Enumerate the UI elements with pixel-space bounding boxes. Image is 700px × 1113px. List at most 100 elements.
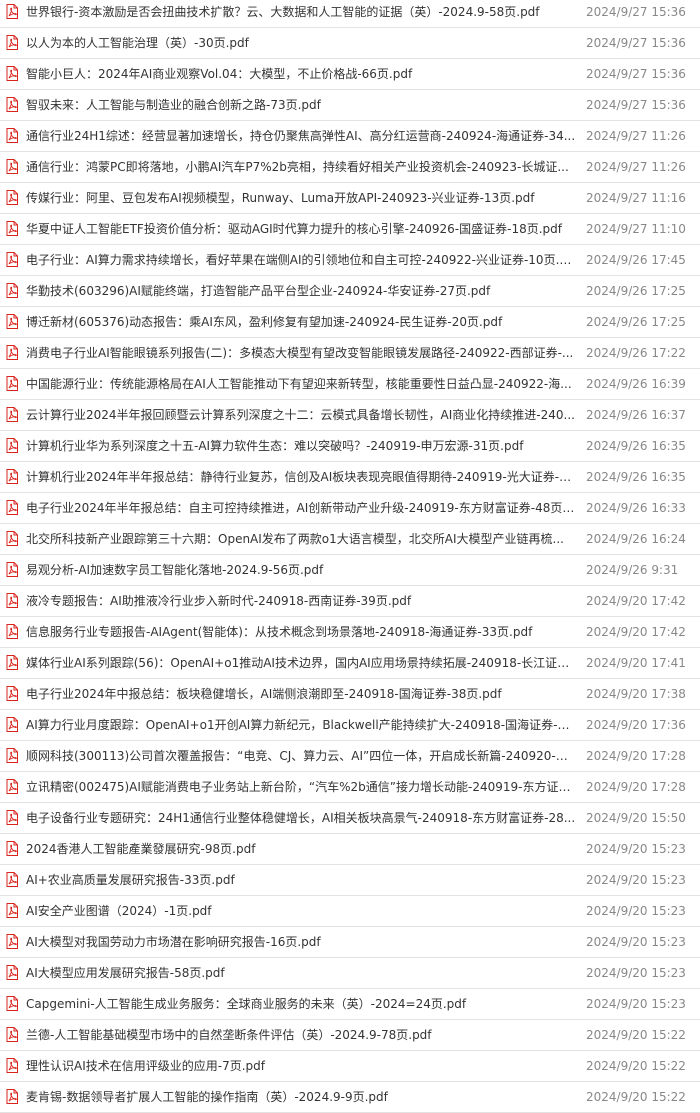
file-row[interactable]: 立讯精密(002475)AI赋能消费电子业务站上新台阶，“汽车%2b通信”接力增… xyxy=(0,772,700,803)
file-row[interactable]: 媒体行业AI系列跟踪(56)：OpenAI+o1推动AI技术边界，国内AI应用场… xyxy=(0,648,700,679)
file-list: 世界银行-资本激励是否会扭曲技术扩散？云、大数据和人工智能的证据（英）-2024… xyxy=(0,0,700,1113)
file-date: 2024/9/20 17:38 xyxy=(586,687,686,701)
file-date: 2024/9/20 15:23 xyxy=(586,935,686,949)
file-name: 以人为本的人工智能治理（英）-30页.pdf xyxy=(26,36,249,50)
file-row[interactable]: 中国能源行业：传统能源格局在AI人工智能推动下有望迎来新转型，核能重要性日益凸显… xyxy=(0,369,700,400)
file-name: 立讯精密(002475)AI赋能消费电子业务站上新台阶，“汽车%2b通信”接力增… xyxy=(26,780,576,794)
file-date: 2024/9/26 16:33 xyxy=(586,501,686,515)
file-row[interactable]: 消费电子行业AI智能眼镜系列报告(二)：多模态大模型有望改变智能眼镜发展路径-2… xyxy=(0,338,700,369)
file-name: 易观分析-AI加速数字员工智能化落地-2024.9-56页.pdf xyxy=(26,563,324,577)
file-row[interactable]: 智能小巨人：2024年AI商业观察Vol.04：大模型，不止价格战-66页.pd… xyxy=(0,59,700,90)
file-name: 世界银行-资本激励是否会扭曲技术扩散？云、大数据和人工智能的证据（英）-2024… xyxy=(26,5,540,19)
pdf-icon xyxy=(6,841,18,856)
file-row[interactable]: 云计算行业2024半年报回顾暨云计算系列深度之十二：云模式具备增长韧性，AI商业… xyxy=(0,400,700,431)
file-row[interactable]: 通信行业：鸿蒙PC即将落地，小鹏AI汽车P7%2b亮相，持续看好相关产业投资机会… xyxy=(0,152,700,183)
file-name: 信息服务行业专题报告-AIAgent(智能体)：从技术概念到场景落地-24091… xyxy=(26,625,533,639)
pdf-icon xyxy=(6,376,18,391)
file-date: 2024/9/26 17:25 xyxy=(586,284,686,298)
pdf-icon xyxy=(6,748,18,763)
file-date: 2024/9/20 15:23 xyxy=(586,966,686,980)
file-row[interactable]: Capgemini-人工智能生成业务服务：全球商业服务的未来（英）-2024=2… xyxy=(0,989,700,1020)
file-row[interactable]: 华勤技术(603296)AI赋能终端，打造智能产品平台型企业-240924-华安… xyxy=(0,276,700,307)
file-row[interactable]: AI算力行业月度跟踪：OpenAI+o1开创AI算力新纪元，Blackwell产… xyxy=(0,710,700,741)
pdf-icon xyxy=(6,934,18,949)
file-row[interactable]: AI大模型对我国劳动力市场潜在影响研究报告-16页.pdf 2024/9/20 1… xyxy=(0,927,700,958)
file-row[interactable]: 传媒行业：阿里、豆包发布AI视频模型，Runway、Luma开放API-2409… xyxy=(0,183,700,214)
file-row[interactable]: 通信行业24H1综述：经营显著加速增长，持仓仍聚焦高弹性AI、高分红运营商-24… xyxy=(0,121,700,152)
file-date: 2024/9/20 15:23 xyxy=(586,842,686,856)
file-name: AI算力行业月度跟踪：OpenAI+o1开创AI算力新纪元，Blackwell产… xyxy=(26,718,576,732)
file-row[interactable]: 信息服务行业专题报告-AIAgent(智能体)：从技术概念到场景落地-24091… xyxy=(0,617,700,648)
file-row[interactable]: 电子行业2024年半年报总结：自主可控持续推进，AI创新带动产业升级-24091… xyxy=(0,493,700,524)
file-date: 2024/9/20 17:36 xyxy=(586,718,686,732)
file-row[interactable]: 以人为本的人工智能治理（英）-30页.pdf 2024/9/27 15:36 xyxy=(0,28,700,59)
file-row[interactable]: 计算机行业华为系列深度之十五-AI算力软件生态：难以突破吗？-240919-申万… xyxy=(0,431,700,462)
pdf-icon xyxy=(6,1058,18,1073)
file-date: 2024/9/20 15:23 xyxy=(586,873,686,887)
file-name: 智能小巨人：2024年AI商业观察Vol.04：大模型，不止价格战-66页.pd… xyxy=(26,67,413,81)
file-date: 2024/9/26 17:45 xyxy=(586,253,686,267)
file-date: 2024/9/27 15:36 xyxy=(586,67,686,81)
pdf-icon xyxy=(6,438,18,453)
file-row[interactable]: 顺网科技(300113)公司首次覆盖报告：“电竞、CJ、算力云、AI”四位一体，… xyxy=(0,741,700,772)
file-date: 2024/9/27 15:36 xyxy=(586,36,686,50)
file-date: 2024/9/26 16:39 xyxy=(586,377,686,391)
file-name: 中国能源行业：传统能源格局在AI人工智能推动下有望迎来新转型，核能重要性日益凸显… xyxy=(26,377,572,391)
file-date: 2024/9/20 15:50 xyxy=(586,811,686,825)
file-name: 电子行业2024年半年报总结：自主可控持续推进，AI创新带动产业升级-24091… xyxy=(26,501,576,515)
file-date: 2024/9/26 17:25 xyxy=(586,315,686,329)
file-name: 通信行业：鸿蒙PC即将落地，小鹏AI汽车P7%2b亮相，持续看好相关产业投资机会… xyxy=(26,160,569,174)
file-row[interactable]: 世界银行-资本激励是否会扭曲技术扩散？云、大数据和人工智能的证据（英）-2024… xyxy=(0,0,700,28)
pdf-icon xyxy=(6,314,18,329)
file-row[interactable]: 2024香港人工智能產業發展研究-98页.pdf 2024/9/20 15:23 xyxy=(0,834,700,865)
file-row[interactable]: 博迁新材(605376)动态报告：乘AI东风，盈利修复有望加速-240924-民… xyxy=(0,307,700,338)
file-date: 2024/9/27 11:26 xyxy=(586,160,686,174)
pdf-icon xyxy=(6,686,18,701)
file-row[interactable]: AI安全产业图谱（2024）-1页.pdf 2024/9/20 15:23 xyxy=(0,896,700,927)
pdf-icon xyxy=(6,500,18,515)
file-row[interactable]: 理性认识AI技术在信用评级业的应用-7页.pdf 2024/9/20 15:22 xyxy=(0,1051,700,1082)
file-name: 华夏中证人工智能ETF投资价值分析：驱动AGI时代算力提升的核心引擎-24092… xyxy=(26,222,562,236)
file-row[interactable]: 华夏中证人工智能ETF投资价值分析：驱动AGI时代算力提升的核心引擎-24092… xyxy=(0,214,700,245)
file-date: 2024/9/20 17:42 xyxy=(586,625,686,639)
file-name: 云计算行业2024半年报回顾暨云计算系列深度之十二：云模式具备增长韧性，AI商业… xyxy=(26,408,575,422)
file-name: 博迁新材(605376)动态报告：乘AI东风，盈利修复有望加速-240924-民… xyxy=(26,315,503,329)
file-name: 媒体行业AI系列跟踪(56)：OpenAI+o1推动AI技术边界，国内AI应用场… xyxy=(26,656,576,670)
pdf-icon xyxy=(6,965,18,980)
file-name: 智驭未来：人工智能与制造业的融合创新之路-73页.pdf xyxy=(26,98,321,112)
file-name: 消费电子行业AI智能眼镜系列报告(二)：多模态大模型有望改变智能眼镜发展路径-2… xyxy=(26,346,574,360)
file-name: AI安全产业图谱（2024）-1页.pdf xyxy=(26,904,212,918)
file-row[interactable]: 北交所科技新产业跟踪第三十六期：OpenAI发布了两款o1大语言模型，北交所AI… xyxy=(0,524,700,555)
file-date: 2024/9/20 15:22 xyxy=(586,1028,686,1042)
file-name: AI大模型应用发展研究报告-58页.pdf xyxy=(26,966,225,980)
file-row[interactable]: 易观分析-AI加速数字员工智能化落地-2024.9-56页.pdf 2024/9/… xyxy=(0,555,700,586)
file-date: 2024/9/27 15:36 xyxy=(586,98,686,112)
file-date: 2024/9/20 15:23 xyxy=(586,997,686,1011)
pdf-icon xyxy=(6,655,18,670)
pdf-icon xyxy=(6,190,18,205)
file-name: AI+农业高质量发展研究报告-33页.pdf xyxy=(26,873,235,887)
pdf-icon xyxy=(6,345,18,360)
file-date: 2024/9/27 11:10 xyxy=(586,222,686,236)
file-row[interactable]: 兰德-人工智能基础模型市场中的自然垄断条件评估（英）-2024.9-78页.pd… xyxy=(0,1020,700,1051)
pdf-icon xyxy=(6,562,18,577)
file-row[interactable]: 麦肯锡-数据领导者扩展人工智能的操作指南（英）-2024.9-9页.pdf 202… xyxy=(0,1082,700,1113)
pdf-icon xyxy=(6,407,18,422)
file-date: 2024/9/26 16:37 xyxy=(586,408,686,422)
file-name: 液冷专题报告：AI助推液冷行业步入新时代-240918-西南证券-39页.pdf xyxy=(26,594,412,608)
file-row[interactable]: 液冷专题报告：AI助推液冷行业步入新时代-240918-西南证券-39页.pdf… xyxy=(0,586,700,617)
file-date: 2024/9/27 11:26 xyxy=(586,129,686,143)
file-row[interactable]: AI+农业高质量发展研究报告-33页.pdf 2024/9/20 15:23 xyxy=(0,865,700,896)
file-row[interactable]: 电子行业：AI算力需求持续增长，看好苹果在端侧AI的引领地位和自主可控-2409… xyxy=(0,245,700,276)
pdf-icon xyxy=(6,252,18,267)
file-row[interactable]: AI大模型应用发展研究报告-58页.pdf 2024/9/20 15:23 xyxy=(0,958,700,989)
file-name: 电子设备行业专题研究：24H1通信行业整体稳健增长，AI相关板块高景气-2409… xyxy=(26,811,576,825)
file-row[interactable]: 电子设备行业专题研究：24H1通信行业整体稳健增长，AI相关板块高景气-2409… xyxy=(0,803,700,834)
file-name: AI大模型对我国劳动力市场潜在影响研究报告-16页.pdf xyxy=(26,935,321,949)
file-name: 兰德-人工智能基础模型市场中的自然垄断条件评估（英）-2024.9-78页.pd… xyxy=(26,1028,432,1042)
file-row[interactable]: 计算机行业2024年半年报总结：静待行业复苏，信创及AI板块表现亮眼值得期待-2… xyxy=(0,462,700,493)
file-row[interactable]: 智驭未来：人工智能与制造业的融合创新之路-73页.pdf 2024/9/27 15… xyxy=(0,90,700,121)
file-date: 2024/9/27 15:36 xyxy=(586,5,686,19)
file-date: 2024/9/26 17:22 xyxy=(586,346,686,360)
file-row[interactable]: 电子行业2024年中报总结：板块稳健增长，AI端侧浪潮即至-240918-国海证… xyxy=(0,679,700,710)
